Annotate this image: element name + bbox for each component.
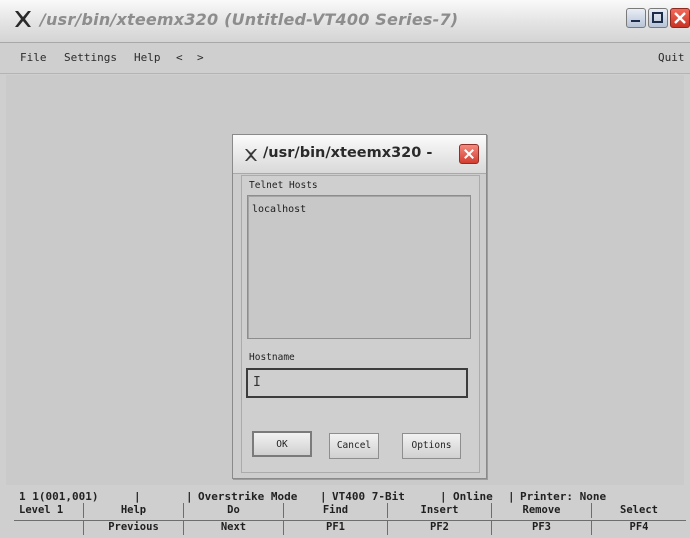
dialog-title: /usr/bin/xteemx320 - (263, 145, 433, 161)
back-arrow-icon[interactable]: < (176, 51, 183, 64)
hostname-label: Hostname (249, 352, 295, 363)
telnet-hosts-list[interactable]: localhost (247, 195, 471, 339)
status-separator: | (186, 490, 193, 503)
key-blank[interactable] (14, 520, 84, 535)
dialog-close-button[interactable] (459, 144, 479, 164)
menu-file[interactable]: File (20, 51, 47, 64)
key-pf3[interactable]: PF3 (492, 520, 592, 535)
x-logo-icon (245, 149, 257, 161)
menu-bar: File Settings Help < > Quit (0, 43, 690, 74)
key-select[interactable]: Select (592, 503, 686, 518)
key-pf4[interactable]: PF4 (592, 520, 686, 535)
connection-status: Online (453, 490, 493, 503)
menu-help[interactable]: Help (134, 51, 161, 64)
key-do[interactable]: Do (184, 503, 284, 518)
close-button[interactable] (670, 8, 690, 28)
status-separator: | (320, 490, 327, 503)
minimize-button[interactable] (626, 8, 646, 28)
dialog-title-bar[interactable]: /usr/bin/xteemx320 - (233, 135, 486, 174)
key-help[interactable]: Help (84, 503, 184, 518)
key-pf2[interactable]: PF2 (388, 520, 492, 535)
key-previous[interactable]: Previous (84, 520, 184, 535)
menu-settings[interactable]: Settings (64, 51, 117, 64)
terminal-type-status: VT400 7-Bit (332, 490, 405, 503)
forward-arrow-icon[interactable]: > (197, 51, 204, 64)
printer-status: Printer: None (520, 490, 607, 503)
maximize-button[interactable] (648, 8, 668, 28)
telnet-hosts-label: Telnet Hosts (249, 180, 318, 191)
key-next[interactable]: Next (184, 520, 284, 535)
status-separator: | (440, 490, 447, 503)
x-logo-icon (15, 11, 31, 27)
title-bar[interactable]: /usr/bin/xteemx320 (Untitled-VT400 Serie… (0, 0, 690, 43)
status-separator: | (134, 490, 141, 503)
key-pf1[interactable]: PF1 (284, 520, 388, 535)
options-button[interactable]: Options (402, 433, 461, 459)
close-icon (674, 12, 686, 24)
status-line: 1 1(001,001) | | Overstrike Mode | VT400… (14, 487, 686, 504)
key-find[interactable]: Find (284, 503, 388, 518)
minimize-icon (631, 20, 640, 22)
maximize-icon (652, 12, 663, 23)
hostname-field[interactable]: I (246, 368, 468, 398)
key-level[interactable]: Level 1 (14, 503, 84, 518)
function-keypad: Level 1 Help Do Find Insert Remove Selec… (14, 503, 686, 535)
window-title: /usr/bin/xteemx320 (Untitled-VT400 Serie… (40, 10, 459, 29)
insert-mode-status: Overstrike Mode (198, 490, 298, 503)
key-remove[interactable]: Remove (492, 503, 592, 518)
text-caret: I (253, 375, 261, 390)
key-insert[interactable]: Insert (388, 503, 492, 518)
cancel-button[interactable]: Cancel (329, 433, 379, 459)
cursor-position: 1 1(001,001) (19, 490, 99, 503)
xterm-window: /usr/bin/xteemx320 (Untitled-VT400 Serie… (0, 0, 690, 538)
status-separator: | (508, 490, 515, 503)
menu-quit[interactable]: Quit (658, 51, 685, 64)
list-item[interactable]: localhost (252, 204, 306, 215)
ok-button[interactable]: OK (252, 431, 312, 457)
